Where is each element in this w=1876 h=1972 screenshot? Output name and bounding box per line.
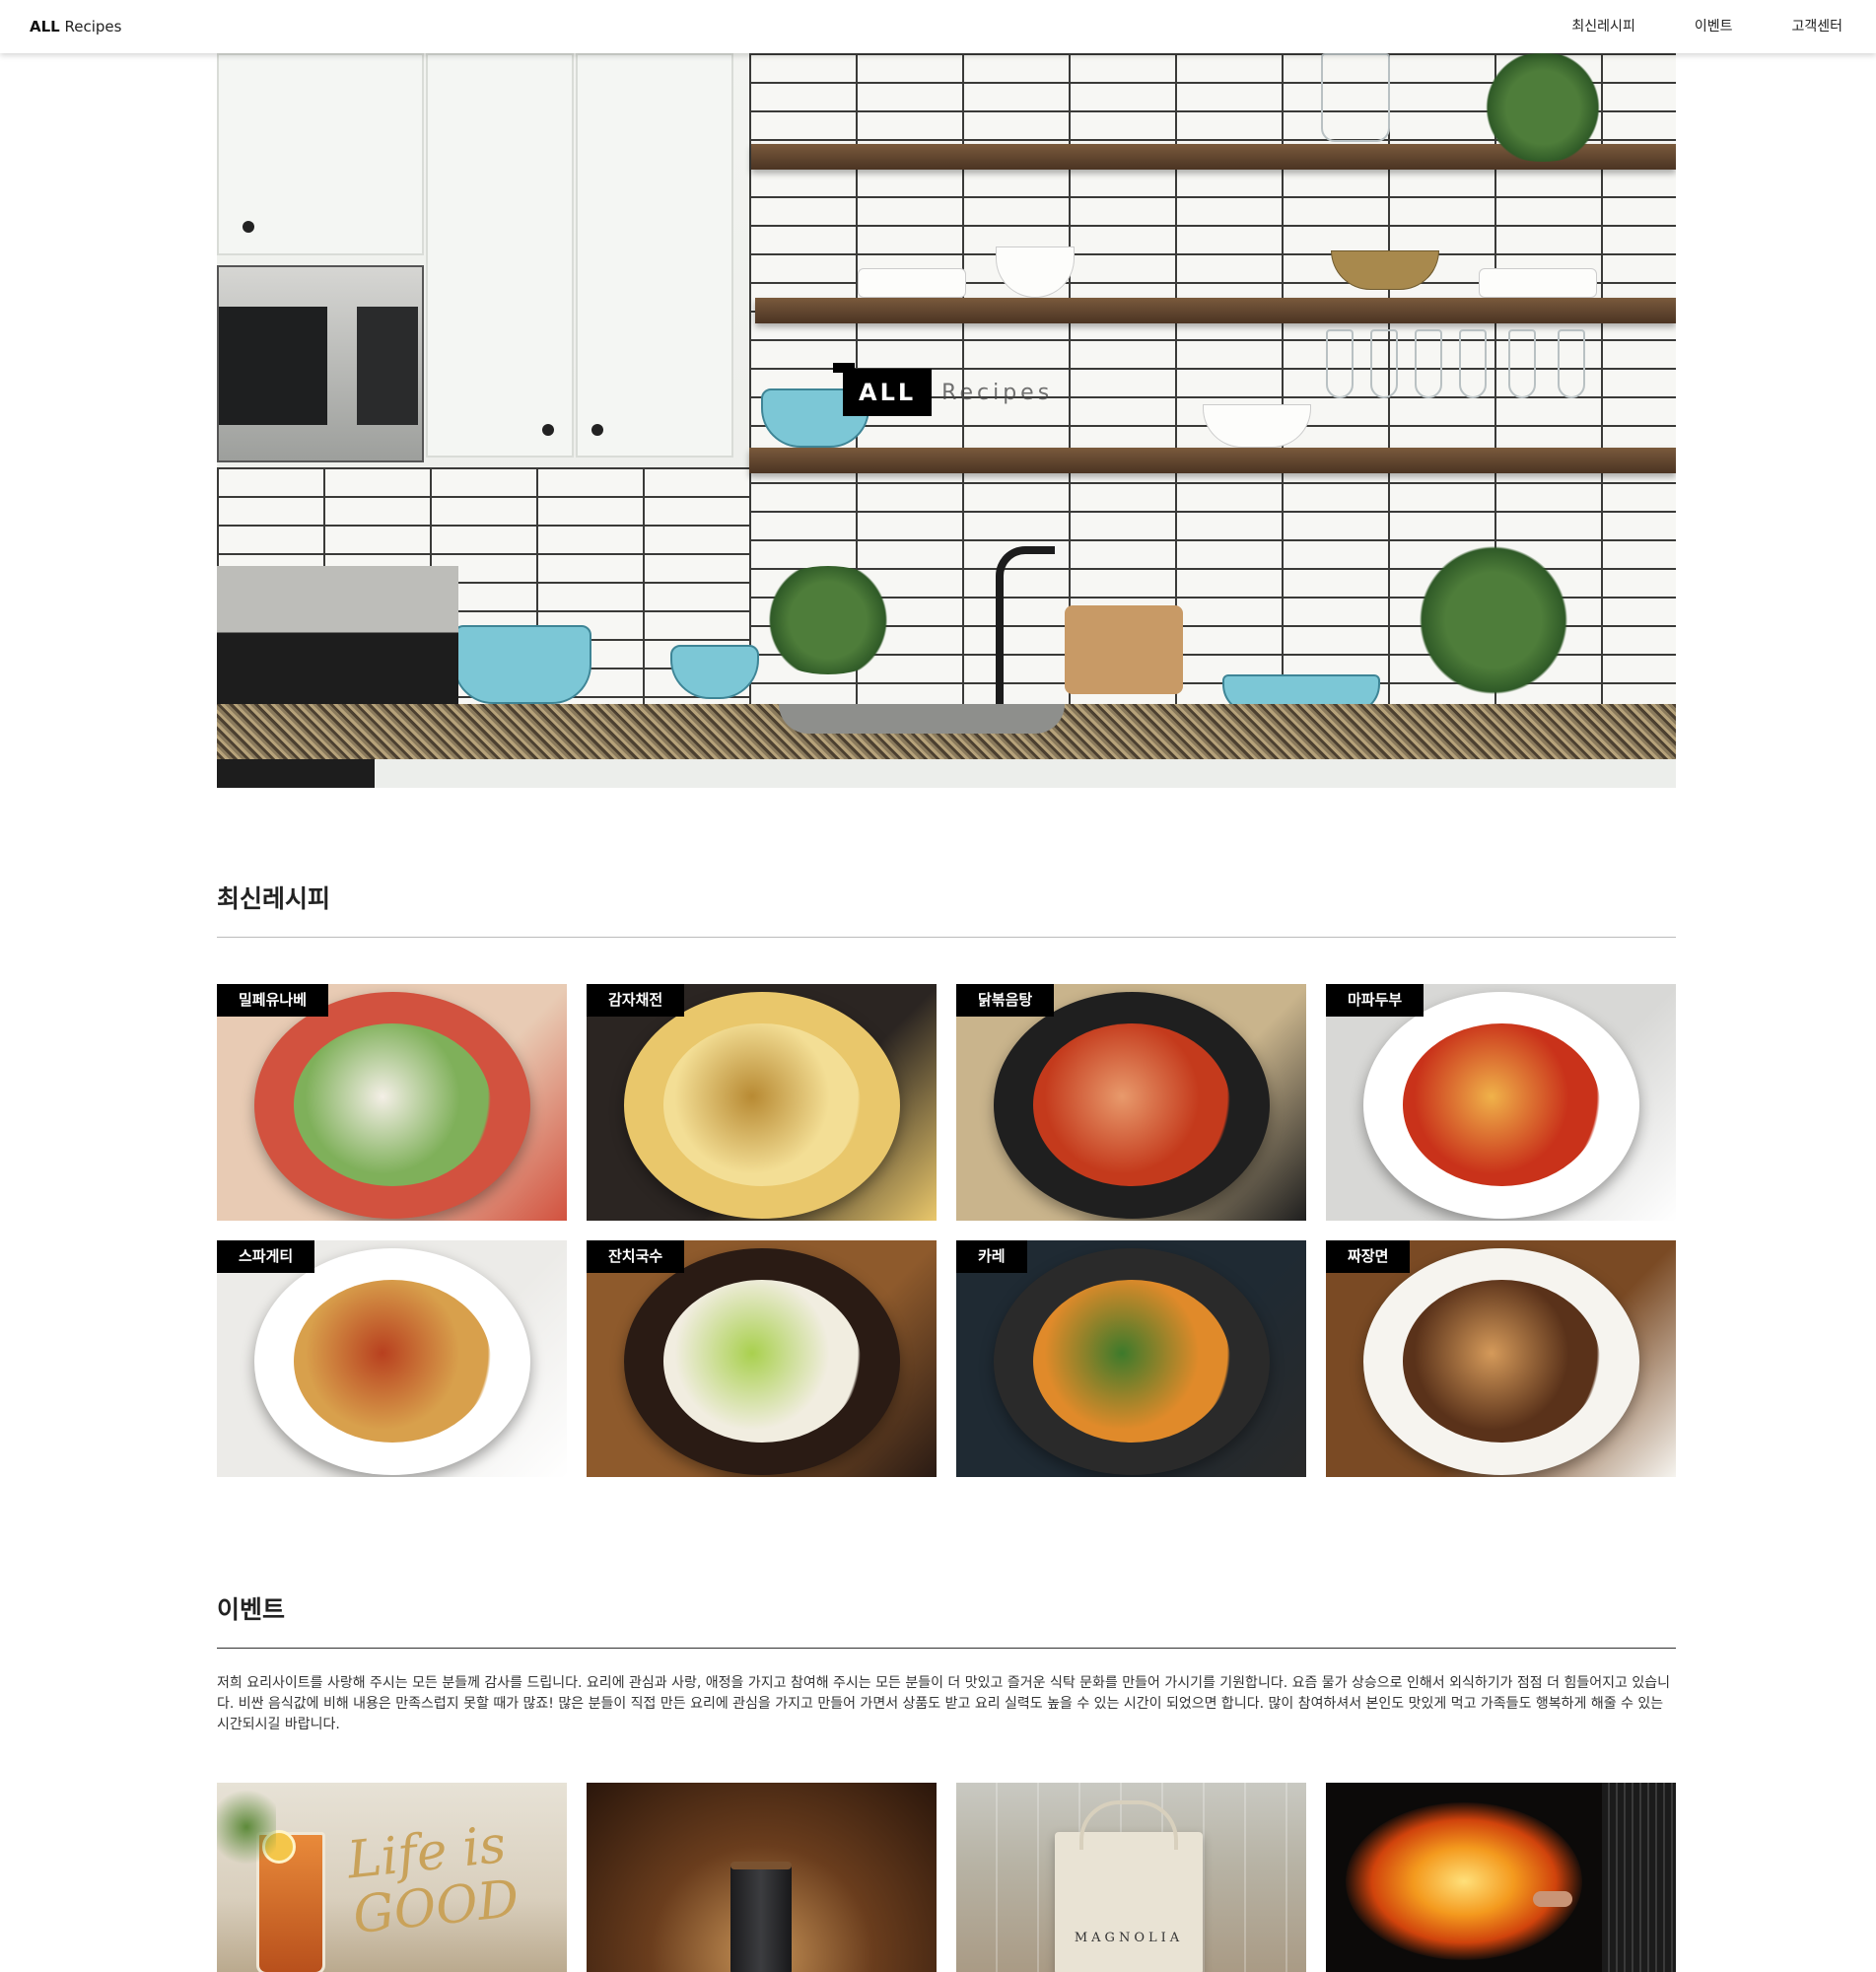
recipe-card[interactable]: 잔치국수: [587, 1240, 937, 1477]
microwave: [217, 265, 424, 462]
dish-food: [1403, 1023, 1600, 1186]
nav-item-events[interactable]: 이벤트: [1695, 18, 1733, 35]
recipe-photo: [587, 984, 937, 1221]
cutting-board: [1065, 605, 1183, 694]
stacked-plates-right: [1479, 268, 1597, 298]
event-caption: Life is GOOD: [344, 1814, 522, 1946]
dish-food: [294, 1023, 491, 1186]
recipe-grid: 밀페유나베 감자채전 닭볶음탕 마파두부 스파게티 잔치국수 카레 짜장면: [217, 984, 1676, 1477]
wine-glass: [1558, 329, 1585, 398]
recipe-label: 짜장면: [1326, 1240, 1411, 1273]
main-nav: 최신레시피 이벤트 고객센터: [1571, 18, 1842, 35]
coffee-cup: [730, 1862, 792, 1972]
wine-glass: [1370, 329, 1398, 398]
black-faucet: [996, 546, 1055, 704]
recipe-label: 마파두부: [1326, 984, 1424, 1017]
recipe-photo: [956, 1240, 1306, 1477]
dish-food: [1033, 1023, 1230, 1186]
upper-cabinet-door-1: [426, 53, 574, 458]
recipe-label: 닭볶음탕: [956, 984, 1055, 1017]
logo-bold-text: ALL: [30, 18, 60, 35]
recipe-photo: [217, 984, 567, 1221]
sink: [779, 704, 1065, 734]
recipe-card[interactable]: 카레: [956, 1240, 1306, 1477]
dish-food: [1033, 1280, 1230, 1443]
recipe-card[interactable]: 감자채전: [587, 984, 937, 1221]
event-caption: MAGNOLIA: [1074, 1931, 1184, 1945]
recipe-label: 카레: [956, 1240, 1027, 1273]
recipe-card[interactable]: 닭볶음탕: [956, 984, 1306, 1221]
recipe-photo: [956, 984, 1306, 1221]
events-divider: [217, 1648, 1676, 1649]
wine-glass: [1508, 329, 1536, 398]
recipe-card[interactable]: 스파게티: [217, 1240, 567, 1477]
recipe-card[interactable]: 마파두부: [1326, 984, 1676, 1221]
tote-bag: [1055, 1832, 1203, 1972]
wine-glass: [1415, 329, 1442, 398]
dish-food: [663, 1023, 861, 1186]
upper-cabinet-left: [217, 53, 424, 255]
nav-item-latest-recipes[interactable]: 최신레시피: [1571, 18, 1634, 35]
event-card-flame[interactable]: [1326, 1783, 1676, 1972]
wine-glass: [1326, 329, 1354, 398]
recipe-label: 밀페유나베: [217, 984, 329, 1017]
recipe-label: 잔치국수: [587, 1240, 685, 1273]
events-heading: 이벤트: [217, 1595, 286, 1624]
chef-hand: [1533, 1891, 1572, 1907]
latest-recipes-heading: 최신레시피: [217, 884, 331, 913]
upper-cabinet-door-2: [576, 53, 733, 458]
recipe-photo: [1326, 1240, 1676, 1477]
event-card-coffee[interactable]: [587, 1783, 937, 1972]
event-grid: Life is GOOD MAGNOLIA: [217, 1783, 1676, 1972]
potted-plant: [749, 566, 907, 674]
recipe-label: 감자채전: [587, 984, 685, 1017]
recipe-card[interactable]: 짜장면: [1326, 1240, 1676, 1477]
dish-food: [663, 1280, 861, 1443]
recipe-photo: [1326, 984, 1676, 1221]
hero-kitchen-image: ALL Recipes: [217, 53, 1676, 788]
glass-pitcher: [1321, 53, 1390, 142]
wood-shelf-middle: [755, 298, 1676, 323]
logo-rest-text: Recipes: [64, 18, 122, 35]
coffee-surface: [730, 1862, 792, 1869]
events-description: 저희 요리사이트를 사랑해 주시는 모든 분들께 감사를 드립니다. 요리에 관…: [217, 1675, 1670, 1732]
recipe-photo: [587, 1240, 937, 1477]
greenery: [217, 1783, 276, 1871]
flame: [1346, 1802, 1582, 1960]
dish-food: [1403, 1280, 1600, 1443]
chef-apron: [1602, 1783, 1676, 1972]
wood-shelf-bottom: [749, 448, 1676, 473]
blue-dutch-oven: [453, 625, 591, 704]
hero-brand-rest: Recipes: [941, 380, 1054, 405]
event-card-magnolia[interactable]: MAGNOLIA: [956, 1783, 1306, 1972]
wine-glass: [1459, 329, 1487, 398]
latest-recipes-divider: [217, 937, 1676, 938]
potted-plant-right: [1400, 546, 1587, 694]
hanging-plant: [1469, 53, 1617, 162]
event-card-iced-tea[interactable]: Life is GOOD: [217, 1783, 567, 1972]
recipe-photo: [217, 1240, 567, 1477]
top-navigation-bar: ALL Recipes 최신레시피 이벤트 고객센터: [0, 0, 1876, 53]
hero-brand-bold: ALL: [843, 369, 933, 416]
nav-item-customer-center[interactable]: 고객센터: [1791, 18, 1842, 35]
dish-food: [294, 1280, 491, 1443]
recipe-card[interactable]: 밀페유나베: [217, 984, 567, 1221]
lower-cabinets: [375, 759, 1676, 788]
recipe-label: 스파게티: [217, 1240, 315, 1273]
stacked-plates: [858, 268, 966, 298]
site-logo[interactable]: ALL Recipes: [30, 18, 121, 35]
hero-brand-logo: ALL Recipes: [833, 363, 1054, 416]
